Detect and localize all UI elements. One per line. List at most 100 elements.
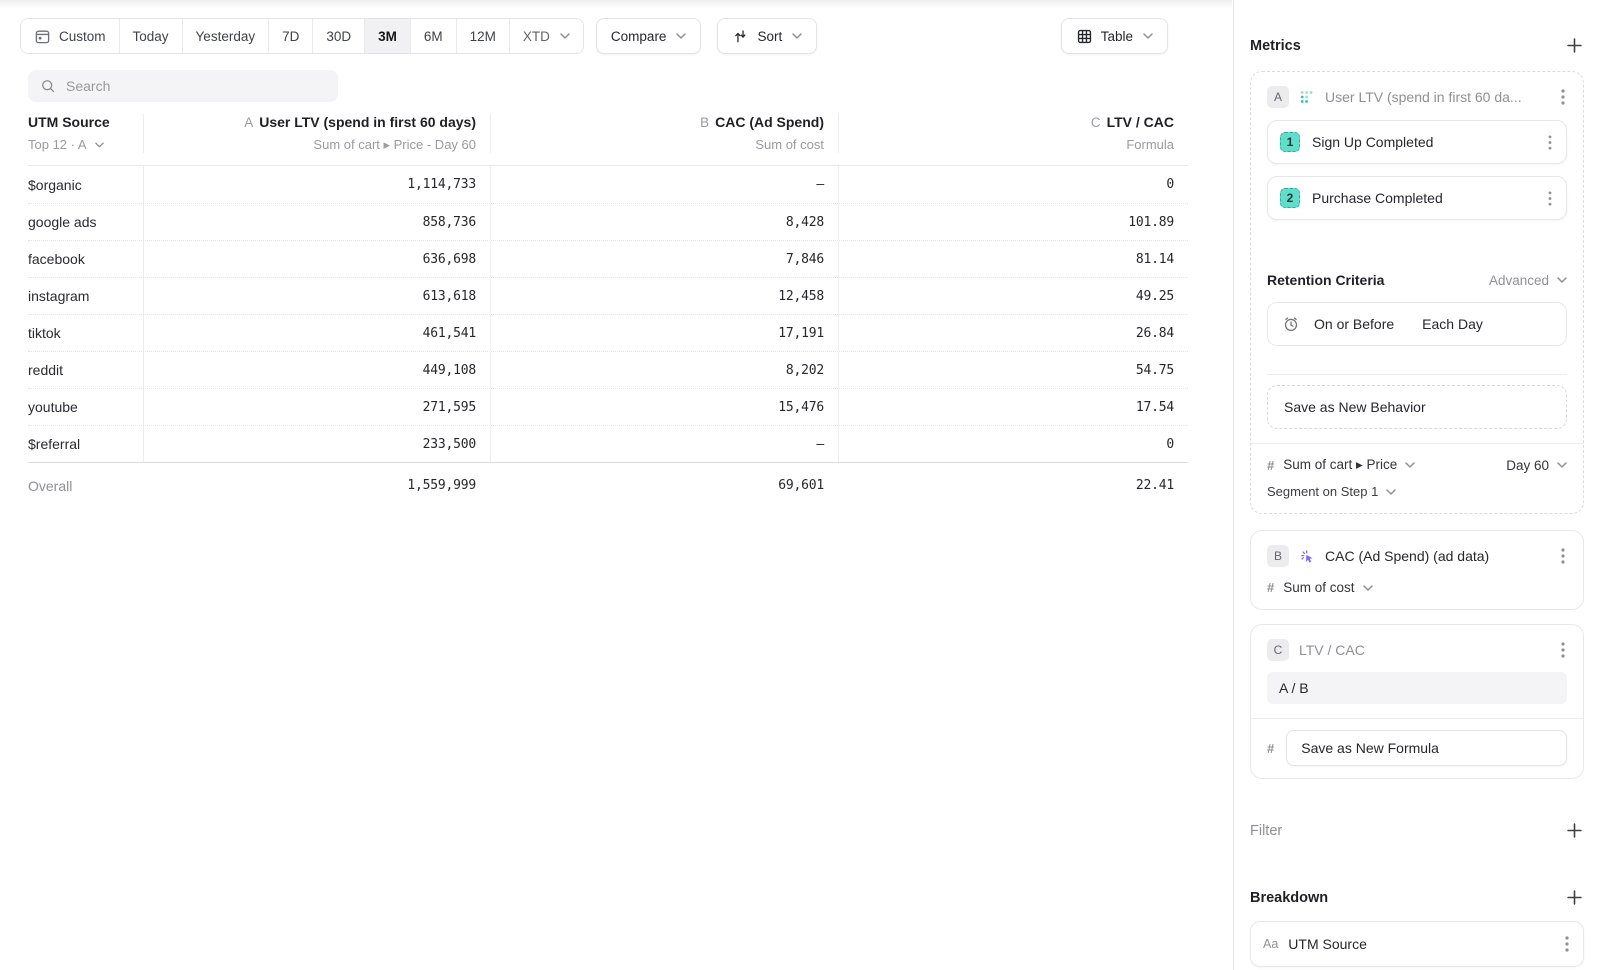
search-input[interactable] xyxy=(66,78,326,94)
ltv-value: 858,736 xyxy=(143,204,490,240)
add-metric-button[interactable] xyxy=(1565,36,1584,55)
breakdown-section-header: Breakdown xyxy=(1250,888,1584,907)
ratio-value: 17.54 xyxy=(838,389,1188,425)
date-range-yesterday[interactable]: Yesterday xyxy=(183,19,270,53)
cac-value: 15,476 xyxy=(490,389,838,425)
metric-card-b: B CAC (Ad Spend) (ad data) # Sum of cost xyxy=(1250,530,1584,610)
table-row[interactable]: facebook 636,698 7,846 81.14 xyxy=(28,240,1188,277)
row-label: $referral xyxy=(28,426,143,462)
date-range-7d[interactable]: 7D xyxy=(269,19,313,53)
date-range-6m[interactable]: 6M xyxy=(411,19,457,53)
breakdown-item-utm-source[interactable]: Aa UTM Source xyxy=(1250,921,1584,967)
table-row[interactable]: google ads 858,736 8,428 101.89 xyxy=(28,203,1188,240)
metric-letter-badge: C xyxy=(1267,639,1289,661)
table-row[interactable]: $organic 1,114,733 – 0 xyxy=(28,166,1188,203)
metric-b-title[interactable]: CAC (Ad Spend) (ad data) xyxy=(1325,548,1489,564)
sort-button[interactable]: Sort xyxy=(717,18,817,54)
date-range-label: XTD xyxy=(523,29,550,44)
behavioral-metric-icon xyxy=(1299,89,1315,105)
column-header-utm-source[interactable]: UTM Source Top 12 · A xyxy=(28,114,143,153)
criteria-when-select[interactable]: On or Before xyxy=(1314,316,1394,332)
row-label: instagram xyxy=(28,278,143,314)
day-window-dropdown[interactable]: Day 60 xyxy=(1506,458,1567,473)
save-as-new-behavior-button[interactable]: Save as New Behavior xyxy=(1267,385,1567,429)
date-range-label: 3M xyxy=(378,29,397,44)
segment-label: Segment on Step 1 xyxy=(1267,484,1378,499)
divider xyxy=(1251,443,1583,444)
ltv-value: 449,108 xyxy=(143,352,490,388)
sort-arrows-icon xyxy=(732,28,749,45)
table-row[interactable]: reddit 449,108 8,202 54.75 xyxy=(28,351,1188,388)
funnel-step-1[interactable]: 1 Sign Up Completed xyxy=(1267,120,1567,164)
metric-b-header: B CAC (Ad Spend) (ad data) xyxy=(1267,545,1567,567)
chevron-down-icon xyxy=(1557,277,1567,283)
cac-value: 17,191 xyxy=(490,315,838,351)
kebab-menu-icon[interactable] xyxy=(1559,546,1567,566)
criteria-frequency-select[interactable]: Each Day xyxy=(1422,316,1483,332)
measure-property-dropdown[interactable]: Sum of cart ▸ Price xyxy=(1283,457,1415,473)
table-row[interactable]: tiktok 461,541 17,191 26.84 xyxy=(28,314,1188,351)
ltv-value: 1,114,733 xyxy=(143,166,490,203)
ratio-value: 0 xyxy=(838,426,1188,462)
table-grid-icon xyxy=(1076,28,1093,45)
column-letter: B xyxy=(700,115,709,130)
breakdown-title: Breakdown xyxy=(1250,890,1328,906)
date-range-custom[interactable]: Custom xyxy=(21,19,120,53)
magic-event-icon xyxy=(1299,548,1315,564)
kebab-menu-icon[interactable] xyxy=(1563,934,1571,954)
column-header-ltv-cac[interactable]: C LTV / CAC Formula xyxy=(838,114,1188,153)
metric-c-title[interactable]: LTV / CAC xyxy=(1299,642,1365,658)
row-label: reddit xyxy=(28,352,143,388)
ratio-value: 81.14 xyxy=(838,241,1188,277)
table-row[interactable]: $referral 233,500 – 0 xyxy=(28,425,1188,462)
ratio-value: 26.84 xyxy=(838,315,1188,351)
column-subtitle: Sum of cart ▸ Price - Day 60 xyxy=(313,137,476,153)
table-row[interactable]: youtube 271,595 15,476 17.54 xyxy=(28,388,1188,425)
add-filter-button[interactable] xyxy=(1565,821,1584,840)
row-label: google ads xyxy=(28,204,143,240)
kebab-menu-icon[interactable] xyxy=(1559,640,1567,660)
measurement-row: # Sum of cost xyxy=(1267,580,1567,595)
chevron-down-icon[interactable] xyxy=(95,142,104,148)
column-title: LTV / CAC xyxy=(1107,114,1174,130)
metric-letter-badge: B xyxy=(1267,545,1289,567)
metrics-title: Metrics xyxy=(1250,38,1301,54)
compare-button[interactable]: Compare xyxy=(596,18,702,54)
date-range-30d[interactable]: 30D xyxy=(313,19,365,53)
kebab-menu-icon[interactable] xyxy=(1546,133,1554,152)
measure-property-dropdown[interactable]: Sum of cost xyxy=(1283,580,1372,595)
column-header-user-ltv[interactable]: A User LTV (spend in first 60 days) Sum … xyxy=(143,114,490,153)
table-row[interactable]: instagram 613,618 12,458 49.25 xyxy=(28,277,1188,314)
cac-value: – xyxy=(490,166,838,203)
metric-card-a: A User LTV (spend in first 60 da... 1 Si… xyxy=(1250,71,1584,514)
chevron-down-icon xyxy=(792,33,802,39)
measurement-row: # Sum of cart ▸ Price Day 60 xyxy=(1267,457,1567,473)
segment-on-step-dropdown[interactable]: Segment on Step 1 xyxy=(1267,484,1567,499)
column-header-cac[interactable]: B CAC (Ad Spend) Sum of cost xyxy=(490,114,838,153)
metric-a-title[interactable]: User LTV (spend in first 60 da... xyxy=(1325,89,1522,105)
filter-section-header: Filter xyxy=(1250,821,1584,840)
divider xyxy=(1251,718,1583,719)
report-canvas: Custom Today Yesterday 7D 30D 3M 6M 12M … xyxy=(0,0,1232,970)
save-as-new-formula-button[interactable]: Save as New Formula xyxy=(1286,730,1567,766)
date-range-12m[interactable]: 12M xyxy=(457,19,510,53)
chevron-down-icon xyxy=(1405,462,1415,468)
date-range-picker: Custom Today Yesterday 7D 30D 3M 6M 12M … xyxy=(20,18,584,54)
chevron-down-icon xyxy=(1557,462,1567,468)
date-range-today[interactable]: Today xyxy=(120,19,183,53)
view-type-button[interactable]: Table xyxy=(1061,18,1168,54)
date-range-3m-selected[interactable]: 3M xyxy=(365,19,411,53)
column-subtitle: Sum of cost xyxy=(755,137,824,152)
kebab-menu-icon[interactable] xyxy=(1559,87,1567,107)
column-title: CAC (Ad Spend) xyxy=(715,114,824,130)
add-breakdown-button[interactable] xyxy=(1565,888,1584,907)
numeric-hash-icon: # xyxy=(1267,580,1274,595)
date-range-xtd[interactable]: XTD xyxy=(510,19,583,53)
funnel-step-2[interactable]: 2 Purchase Completed xyxy=(1267,176,1567,220)
kebab-menu-icon[interactable] xyxy=(1546,189,1554,208)
measure-label: Sum of cart ▸ Price xyxy=(1283,457,1397,473)
advanced-dropdown[interactable]: Advanced xyxy=(1489,273,1567,288)
formula-input[interactable]: A / B xyxy=(1267,672,1567,704)
column-title: UTM Source xyxy=(28,114,143,130)
retention-criteria-header: Retention Criteria Advanced xyxy=(1267,272,1567,288)
